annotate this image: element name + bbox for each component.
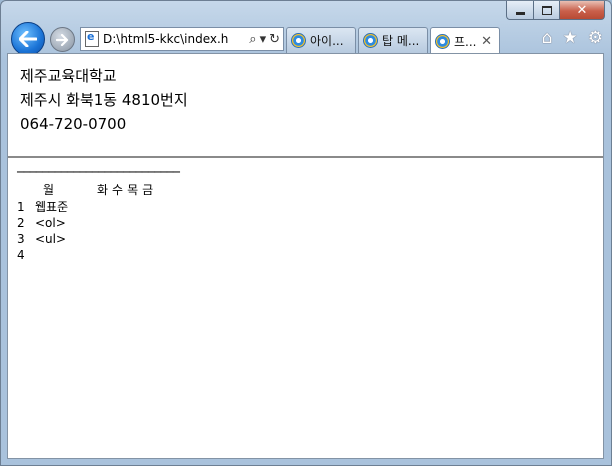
table-cell (112, 231, 127, 247)
page-header: 제주교육대학교 제주시 화북1동 4810번지 064-720-0700 (8, 54, 603, 158)
page-icon (85, 30, 99, 47)
row-number: 4 (17, 248, 25, 262)
separator-rule: ────────────────────────── (17, 165, 180, 179)
tab-close-icon[interactable]: ✕ (478, 34, 495, 49)
row-number: 2 (17, 216, 25, 230)
browser-window: ✕ D:\html5-kkc\index.h ⌕ ▾ ↻ 아이... 탑 메..… (0, 0, 612, 466)
table-cell (112, 247, 127, 263)
school-name: 제주교육대학교 (20, 67, 117, 85)
table-cell: <ul> (35, 232, 67, 246)
dropdown-icon[interactable]: ▾ (260, 32, 267, 47)
page-body: ────────────────────────── 월 화 수 목 금 1 웹… (8, 158, 603, 263)
column-header: 금 (142, 183, 154, 197)
table-row: 4 (17, 247, 157, 263)
table-row: 2 <ol> (17, 215, 157, 231)
address-bar[interactable]: D:\html5-kkc\index.h ⌕ ▾ ↻ (80, 27, 284, 51)
row-number: 3 (17, 232, 25, 246)
column-header: 수 (112, 183, 124, 197)
table-cell (127, 215, 142, 231)
forward-arrow-icon (56, 33, 69, 46)
refresh-icon[interactable]: ↻ (269, 32, 280, 47)
table-cell (97, 247, 112, 263)
star-icon[interactable]: ★ (563, 28, 578, 48)
table-cell (97, 198, 112, 215)
table-cell (112, 215, 127, 231)
table-row: 3 <ul> (17, 231, 157, 247)
close-icon: ✕ (576, 2, 588, 18)
tab-label: 아이... (310, 34, 344, 48)
maximize-button[interactable] (533, 1, 559, 20)
page-content: 제주교육대학교 제주시 화북1동 4810번지 064-720-0700 ───… (7, 53, 604, 459)
back-arrow-icon (19, 31, 37, 47)
ie-icon (435, 33, 450, 49)
column-header: 월 (43, 183, 55, 197)
ie-icon (291, 33, 306, 48)
table-cell: 웹표준 (35, 200, 69, 214)
tab-2[interactable]: 탑 메... (358, 27, 428, 53)
table-cell (142, 231, 157, 247)
column-header: 목 (127, 183, 139, 197)
school-phone: 064-720-0700 (20, 115, 127, 133)
forward-button[interactable] (50, 27, 75, 52)
minimize-button[interactable] (506, 1, 533, 20)
table-header-row: 월 화 수 목 금 (17, 181, 157, 198)
address-text[interactable]: D:\html5-kkc\index.h (103, 32, 249, 46)
table-cell (35, 247, 97, 263)
gear-icon[interactable]: ⚙ (588, 28, 603, 48)
minimize-icon (515, 11, 525, 15)
tab-3-active[interactable]: 프... ✕ (430, 27, 500, 54)
timetable: 월 화 수 목 금 1 웹표준 2 <ol> 3 <ul> 4 (17, 181, 157, 263)
table-cell (142, 247, 157, 263)
back-button[interactable] (11, 22, 45, 56)
row-number: 1 (17, 199, 25, 214)
maximize-icon (541, 5, 552, 15)
table-cell: <ol> (35, 216, 66, 230)
column-header: 화 (97, 183, 109, 197)
search-icon[interactable]: ⌕ (249, 32, 256, 47)
table-cell (142, 198, 157, 215)
table-cell (127, 231, 142, 247)
table-cell (127, 198, 142, 215)
table-cell (112, 198, 127, 215)
caption-buttons: ✕ (506, 1, 605, 21)
tab-1[interactable]: 아이... (286, 27, 356, 53)
table-cell (142, 215, 157, 231)
tab-label: 탑 메... (382, 34, 420, 48)
table-cell (97, 215, 112, 231)
ie-icon (363, 33, 378, 48)
home-icon[interactable]: ⌂ (542, 28, 553, 48)
table-row: 1 웹표준 (17, 198, 157, 215)
column-header (17, 181, 35, 198)
school-address: 제주시 화북1동 4810번지 (20, 91, 188, 109)
table-cell (127, 247, 142, 263)
close-button[interactable]: ✕ (559, 1, 605, 20)
tab-label: 프... (454, 34, 477, 49)
table-cell (97, 231, 112, 247)
